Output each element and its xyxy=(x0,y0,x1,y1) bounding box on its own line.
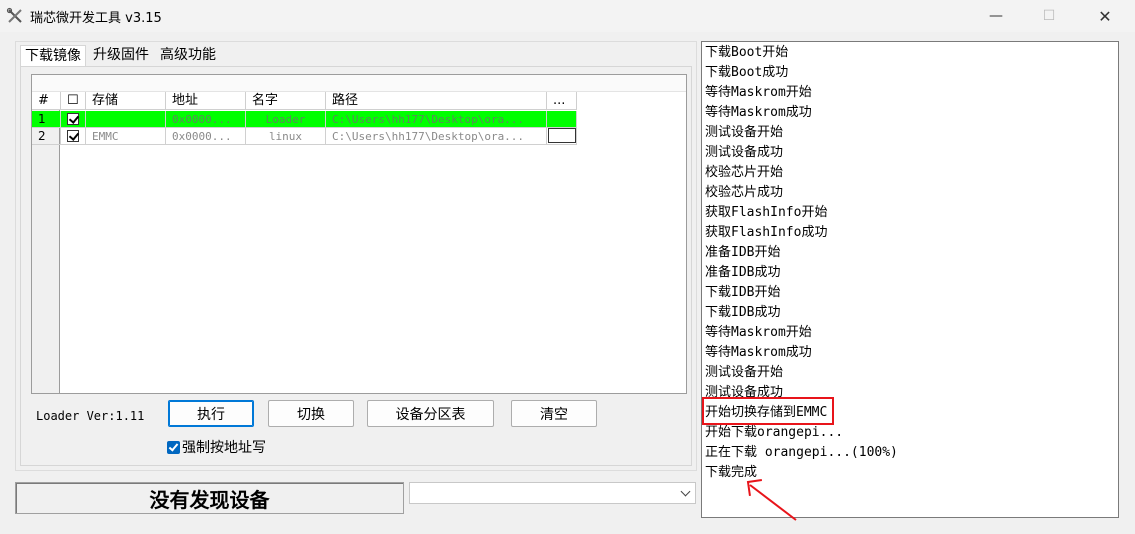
log-line: 测试设备开始 xyxy=(705,365,784,380)
switch-button[interactable]: 切换 xyxy=(268,400,354,427)
table-row[interactable]: 2 EMMC 0x0000... linux C:\Users\hh177\De… xyxy=(32,128,577,145)
minimize-icon: — xyxy=(989,8,1003,24)
log-line: 测试设备成功 xyxy=(705,145,784,160)
log-panel[interactable]: 下载Boot开始 下载Boot成功等待Maskrom开始 等待Maskrom成功 测试… xyxy=(701,41,1119,518)
annotation-arrow-icon xyxy=(746,479,797,521)
row-index: 2 xyxy=(32,128,61,145)
row-name[interactable]: Loader xyxy=(246,111,326,128)
row-checkbox[interactable] xyxy=(61,128,86,145)
table-header: # ☐ 存储 地址 名字 路径 ... xyxy=(32,92,577,110)
row-storage xyxy=(86,111,166,128)
device-status: 没有发现设备 xyxy=(15,482,404,514)
title-bar: 瑞芯微开发工具 v3.15 — ☐ ✕ xyxy=(0,0,1135,32)
header-path[interactable]: 路径 xyxy=(326,92,547,110)
check-icon xyxy=(67,130,79,142)
row-browse-cell xyxy=(547,111,577,128)
log-line: 准备IDB成功 xyxy=(705,265,781,280)
device-status-text: 没有发现设备 xyxy=(149,487,270,512)
close-icon: ✕ xyxy=(1098,6,1112,26)
header-index: # xyxy=(32,92,61,110)
log-line: 下载IDB开始 xyxy=(705,285,781,300)
annotation-highlight-box xyxy=(702,397,834,425)
close-button[interactable]: ✕ xyxy=(1082,0,1128,32)
row-browse-cell xyxy=(547,128,577,145)
header-storage[interactable]: 存储 xyxy=(86,92,166,110)
image-table: # ☐ 存储 地址 名字 路径 ... 1 0x0000... Loader C… xyxy=(31,74,687,394)
run-button[interactable]: 执行 xyxy=(168,400,254,427)
log-line: 正在下载 orangepi...(100%) xyxy=(705,445,898,460)
tab-bar: 下载镜像 升级固件 高级功能 xyxy=(20,45,223,67)
log-line: 开始下载orangepi... xyxy=(705,425,844,440)
log-line: 下载Boot成功 xyxy=(705,65,789,80)
header-address[interactable]: 地址 xyxy=(166,92,246,110)
log-line: 下载IDB成功 xyxy=(705,305,781,320)
header-name[interactable]: 名字 xyxy=(246,92,326,110)
row-address[interactable]: 0x0000... xyxy=(166,128,246,145)
partition-table-button[interactable]: 设备分区表 xyxy=(367,400,494,427)
log-line: 等待Maskrom开始 xyxy=(705,325,812,340)
tools-icon xyxy=(6,7,22,23)
log-line: 等待Maskrom开始 xyxy=(705,85,812,100)
log-line: 校验芯片成功 xyxy=(705,185,784,200)
row-path[interactable]: C:\Users\hh177\Desktop\ora... xyxy=(326,128,547,145)
browse-button[interactable] xyxy=(548,128,576,143)
loader-version: Loader Ver:1.11 xyxy=(36,409,145,423)
force-address-label: 强制按地址写 xyxy=(182,440,266,456)
log-line: 获取FlashInfo开始 xyxy=(705,205,828,220)
table-row[interactable]: 1 0x0000... Loader C:\Users\hh177\Deskto… xyxy=(32,111,577,128)
log-line: 下载Boot开始 xyxy=(705,45,789,60)
log-line: 测试设备开始 xyxy=(705,125,784,140)
check-icon xyxy=(67,113,79,125)
maximize-icon: ☐ xyxy=(1042,8,1056,24)
minimize-button[interactable]: — xyxy=(973,0,1019,32)
row-checkbox[interactable] xyxy=(61,111,86,128)
row-address[interactable]: 0x0000... xyxy=(166,111,246,128)
row-storage[interactable]: EMMC xyxy=(86,128,166,145)
header-check-all[interactable]: ☐ xyxy=(61,92,86,110)
row-name[interactable]: linux xyxy=(246,128,326,145)
log-line: 获取FlashInfo成功 xyxy=(705,225,828,240)
window-title: 瑞芯微开发工具 v3.15 xyxy=(30,11,162,26)
header-more: ... xyxy=(547,92,577,110)
tab-upgrade-firmware[interactable]: 升级固件 xyxy=(89,45,153,67)
table-top-strip xyxy=(32,75,686,92)
clear-button[interactable]: 清空 xyxy=(511,400,597,427)
force-address-checkbox[interactable] xyxy=(167,440,180,454)
tab-download-image[interactable]: 下载镜像 xyxy=(20,45,86,67)
chevron-down-icon xyxy=(680,486,691,497)
row-index: 1 xyxy=(32,111,61,128)
log-line: 等待Maskrom成功 xyxy=(705,105,812,120)
tab-advanced[interactable]: 高级功能 xyxy=(156,45,220,67)
device-select[interactable] xyxy=(409,482,696,504)
maximize-button[interactable]: ☐ xyxy=(1026,0,1072,32)
force-address-write[interactable]: 强制按地址写 xyxy=(167,437,266,457)
row-path[interactable]: C:\Users\hh177\Desktop\ora... xyxy=(326,111,547,128)
log-line: 准备IDB开始 xyxy=(705,245,781,260)
log-line: 等待Maskrom成功 xyxy=(705,345,812,360)
log-line: 校验芯片开始 xyxy=(705,165,784,180)
